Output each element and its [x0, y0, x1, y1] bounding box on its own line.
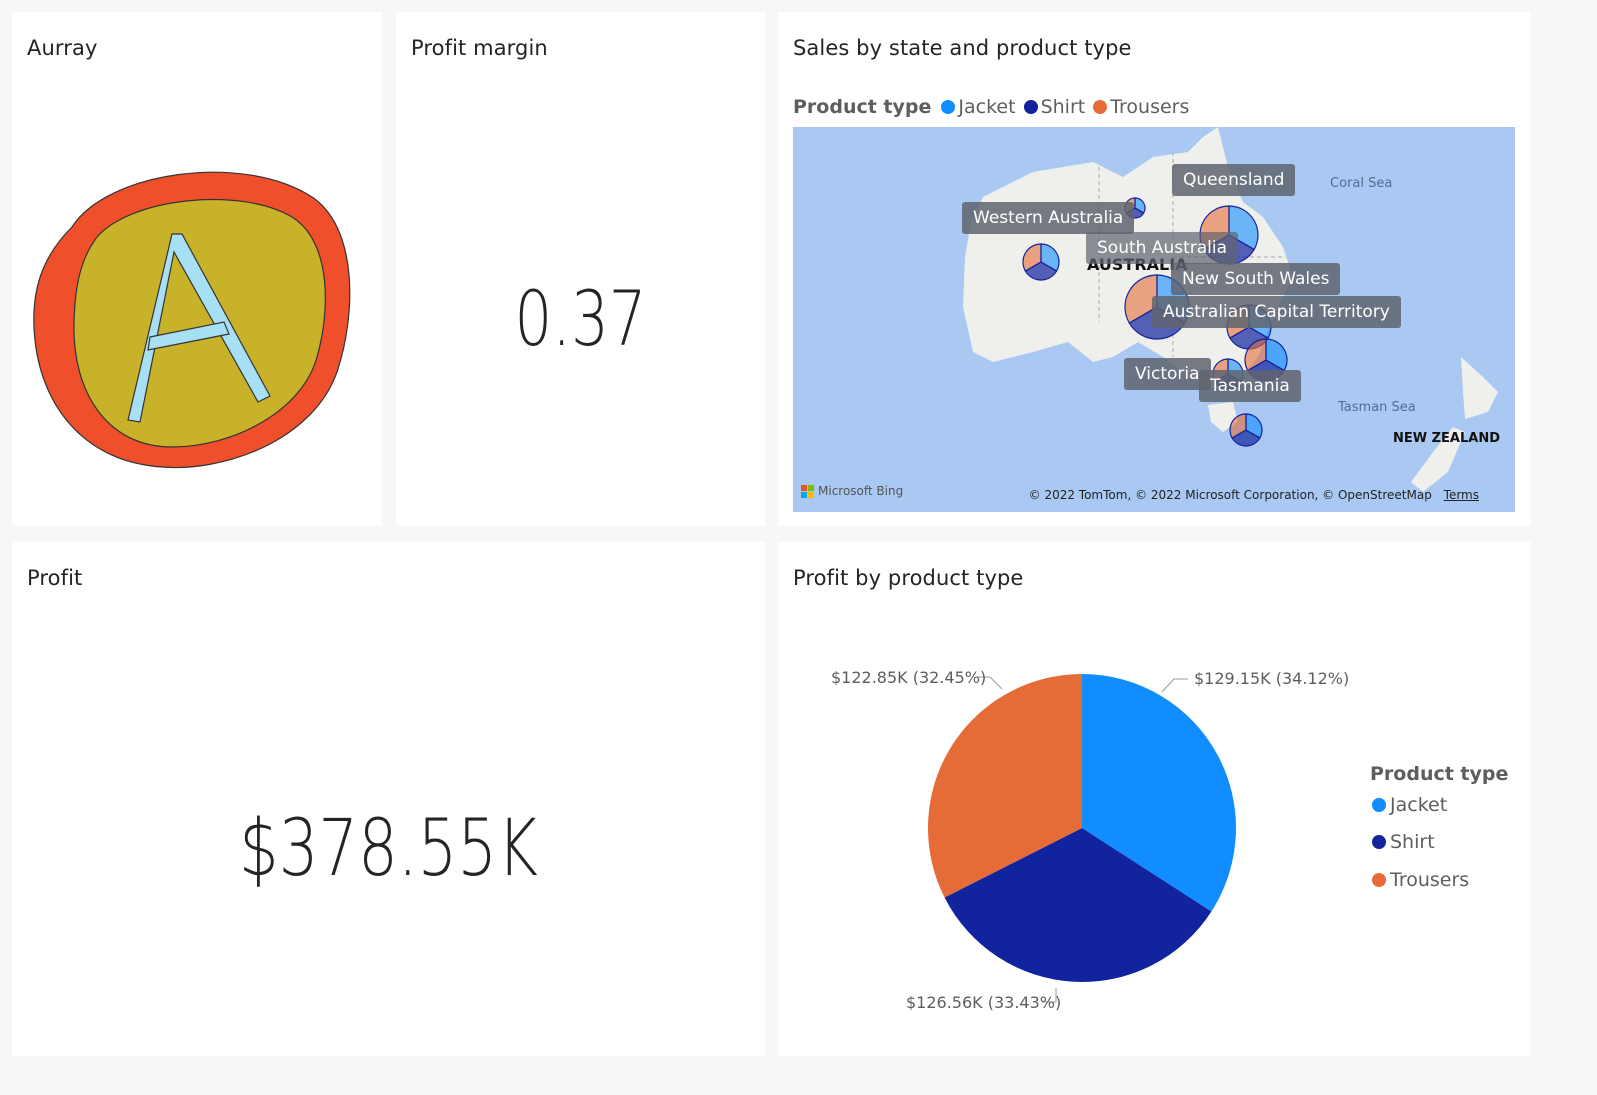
pie-legend-shirt[interactable]: Shirt: [1372, 831, 1435, 853]
profit-title: Profit: [27, 566, 83, 590]
pie-legend-dot-jacket: [1372, 798, 1386, 812]
country-label-nz: NEW ZEALAND: [1393, 431, 1501, 446]
data-label-trousers: $122.85K (32.45%): [831, 668, 987, 687]
state-label-victoria: Victoria: [1124, 358, 1211, 390]
data-label-shirt: $126.56K (33.43%): [906, 993, 1062, 1012]
state-label-tasmania: Tasmania: [1199, 370, 1301, 402]
pie-legend-jacket[interactable]: Jacket: [1372, 794, 1447, 816]
pie-legend-trousers[interactable]: Trousers: [1372, 869, 1469, 891]
map-attribution: © 2022 TomTom, © 2022 Microsoft Corporat…: [1029, 488, 1479, 502]
state-label-south-australia: South Australia: [1086, 232, 1239, 264]
pie-legend-title: Product type: [1370, 763, 1509, 785]
pie-legend-label-trousers: Trousers: [1390, 869, 1470, 891]
leader-line-jacket: [1161, 678, 1188, 693]
microsoft-logo-icon: [801, 484, 814, 498]
legend-label-shirt[interactable]: Shirt: [1041, 96, 1086, 118]
map-title: Sales by state and product type: [793, 36, 1132, 60]
bing-label: Microsoft Bing: [818, 484, 904, 498]
state-label-queensland: Queensland: [1172, 164, 1296, 196]
logo-tile[interactable]: Aurray A: [12, 12, 382, 526]
state-label-new-south-wales: New South Wales: [1171, 263, 1341, 295]
map-legend-title: Product type: [793, 96, 932, 118]
map-terms-link[interactable]: Terms: [1444, 488, 1479, 502]
profit-margin-tile[interactable]: Profit margin 0.37: [396, 12, 765, 526]
map-tile[interactable]: Sales by state and product type Product …: [778, 12, 1531, 526]
pie-chart-tile[interactable]: Profit by product type $129.15K (34.12%)…: [778, 542, 1531, 1056]
state-label-western-australia: Western Australia: [962, 202, 1135, 234]
profit-tile[interactable]: Profit $378.55K: [12, 542, 765, 1056]
state-label-act: Australian Capital Territory: [1152, 296, 1401, 328]
legend-label-jacket[interactable]: Jacket: [958, 96, 1015, 118]
profit-margin-title: Profit margin: [411, 36, 548, 60]
map-canvas[interactable]: Coral Sea Tasman Sea AUSTRALIA NEW ZEALA…: [793, 127, 1515, 512]
sea-label-tasman: Tasman Sea: [1338, 400, 1416, 415]
data-label-jacket: $129.15K (34.12%): [1194, 669, 1350, 688]
map-legend: Product type Jacket Shirt Trousers: [793, 96, 1189, 118]
aurray-logo: A: [33, 171, 351, 469]
legend-dot-trousers: [1093, 100, 1108, 114]
pie-legend-label-jacket: Jacket: [1390, 794, 1448, 816]
profit-value: $378.55K: [239, 804, 538, 894]
bing-logo[interactable]: Microsoft Bing: [801, 484, 903, 498]
legend-dot-shirt: [1023, 100, 1038, 114]
pie-legend-dot-trousers: [1372, 873, 1386, 887]
legend-label-trousers[interactable]: Trousers: [1110, 96, 1189, 118]
sea-label-coral: Coral Sea: [1330, 176, 1393, 191]
legend-dot-jacket: [941, 100, 956, 114]
map-attribution-text: © 2022 TomTom, © 2022 Microsoft Corporat…: [1028, 488, 1432, 502]
map-pie-tasmania[interactable]: [1229, 413, 1263, 447]
profit-margin-value: 0.37: [514, 274, 647, 363]
pie-legend-label-shirt: Shirt: [1390, 831, 1435, 853]
map-pie-western-australia[interactable]: [1022, 243, 1060, 281]
pie-legend-dot-shirt: [1372, 835, 1386, 849]
